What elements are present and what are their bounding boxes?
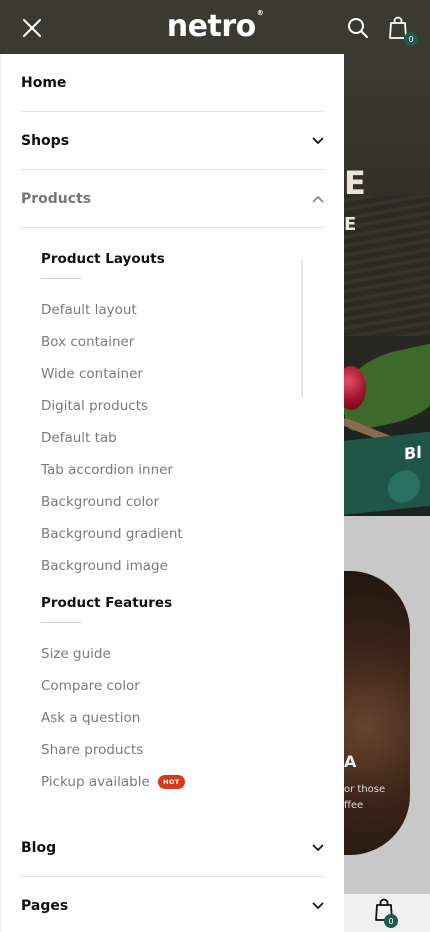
submenu-link-pickup[interactable]: Pickup available HOT [41,766,325,798]
submenu-link[interactable]: Digital products [41,390,325,422]
submenu-link[interactable]: Background gradient [41,518,325,550]
cart-button[interactable]: 0 [382,12,418,46]
submenu-link[interactable]: Background image [41,550,325,582]
card-description-line: or those [344,784,386,795]
submenu-link[interactable]: Tab accordion inner [41,454,325,486]
chevron-down-icon[interactable] [311,899,325,913]
submenu-link[interactable]: Default tab [41,422,325,454]
chevron-down-icon[interactable] [311,841,325,855]
feature-band: Bl [340,430,430,516]
submenu-link[interactable]: Size guide [41,638,325,670]
close-menu-button[interactable] [16,12,48,44]
menu-item-shops[interactable]: Shops [21,112,325,170]
submenu-link[interactable]: Compare color [41,670,325,702]
search-icon [348,18,368,38]
chevron-down-icon[interactable] [311,134,325,148]
submenu-scrollbar[interactable] [301,260,303,398]
chevron-up-icon[interactable] [311,192,325,206]
submenu-link[interactable]: Ask a question [41,702,325,734]
divider [41,622,81,623]
menu-item-products[interactable]: Products [21,170,325,228]
submenu-link[interactable]: Box container [41,326,325,358]
coffee-bean-icon [388,468,420,505]
cart-count-badge: 0 [404,32,418,46]
hero-subheading: E [344,214,357,235]
site-logo[interactable]: netro® [167,9,264,44]
site-header: netro® 0 [0,0,430,56]
mobile-menu-drawer: Home Shops Products Product Layouts Defa… [0,54,344,932]
products-submenu: Product Layouts Default layout Box conta… [21,228,325,798]
feature-band-text: Bl [404,442,422,464]
submenu-link[interactable]: Wide container [41,358,325,390]
menu-item-label: Products [21,190,92,207]
submenu-heading: Product Layouts [41,251,165,267]
submenu-heading: Product Features [41,595,173,611]
bottom-cart-button[interactable]: 0 [374,898,398,928]
menu-item-label: Blog [21,839,57,856]
card-title: A [344,752,357,771]
menu-item-pages[interactable]: Pages [21,877,325,932]
hot-badge: HOT [157,775,185,789]
submenu-link[interactable]: Default layout [41,294,325,326]
card-description-line: ffee [344,800,364,811]
submenu-link[interactable]: Share products [41,734,325,766]
submenu-link-label: Pickup available [41,774,150,790]
divider [41,278,81,279]
menu-item-label: Home [21,74,67,91]
submenu-link[interactable]: Background color [41,486,325,518]
close-icon [23,19,41,37]
hero-heading: E [344,164,366,202]
menu-item-label: Pages [21,898,69,914]
cart-count-badge: 0 [384,914,398,928]
menu-item-home[interactable]: Home [21,54,325,112]
search-button[interactable] [342,12,374,44]
menu-item-label: Shops [21,132,70,149]
menu-item-blog[interactable]: Blog [21,819,325,877]
